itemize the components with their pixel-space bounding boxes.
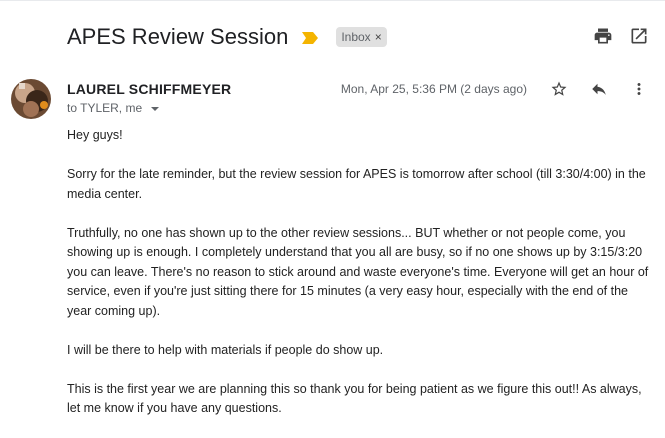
body-paragraph: I will be there to help with materials i…	[67, 342, 384, 357]
body-paragraph: Sorry for the late reminder, but the rev…	[67, 167, 646, 201]
body-paragraph: Hey guys!	[67, 128, 123, 142]
print-icon[interactable]	[593, 26, 613, 46]
label-chip-text: Inbox	[341, 30, 371, 44]
body-paragraph: This is the first year we are planning t…	[67, 381, 642, 416]
email-date: Mon, Apr 25, 5:36 PM (2 days ago)	[340, 82, 527, 96]
reply-icon[interactable]	[589, 79, 609, 99]
body-paragraph: Truthfully, no one has shown up to the o…	[67, 225, 649, 318]
open-in-new-window-icon[interactable]	[629, 26, 649, 46]
message-actions	[529, 79, 649, 99]
top-divider	[0, 0, 665, 1]
recipients-text: to TYLER, me	[67, 101, 143, 115]
avatar[interactable]	[11, 79, 51, 119]
sender-name[interactable]: LAUREL SCHIFFMEYER	[67, 81, 231, 97]
remove-label-icon[interactable]: ×	[375, 30, 382, 44]
email-subject: APES Review Session	[67, 24, 289, 49]
email-body: Hey guys! Sorry for the late reminder, b…	[67, 126, 652, 438]
subject-row: APES Review Session Inbox ×	[67, 22, 387, 52]
label-chip-inbox[interactable]: Inbox ×	[336, 27, 387, 47]
recipients: to TYLER, me	[67, 101, 160, 115]
thread-actions	[593, 26, 649, 46]
importance-marker-icon[interactable]	[302, 31, 319, 44]
caret-down-icon[interactable]	[150, 103, 160, 113]
star-icon[interactable]	[549, 79, 569, 99]
more-vert-icon[interactable]	[629, 79, 649, 99]
